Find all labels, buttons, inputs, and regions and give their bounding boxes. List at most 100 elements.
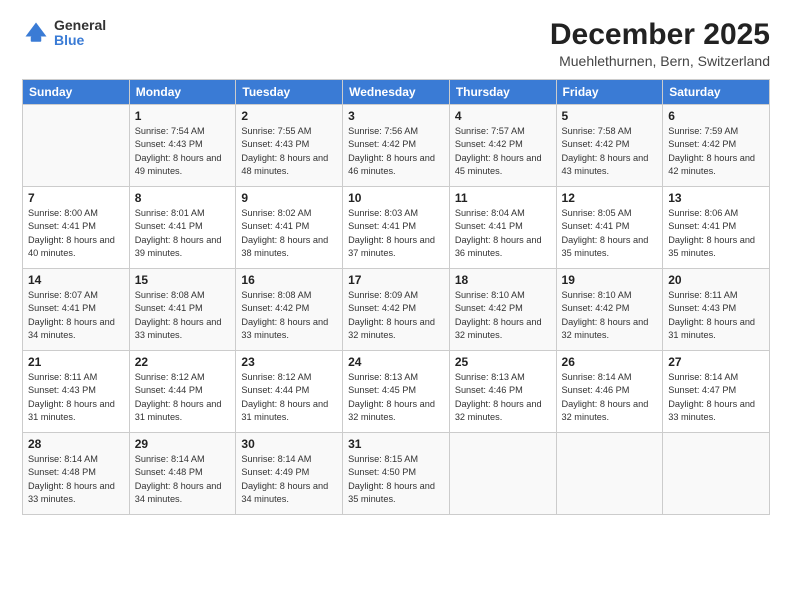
day-number: 8	[135, 191, 231, 205]
logo: General Blue	[22, 18, 106, 49]
calendar-cell: 11 Sunrise: 8:04 AMSunset: 4:41 PMDayligh…	[449, 187, 556, 269]
day-number: 16	[241, 273, 337, 287]
calendar-cell: 10Sunrise: 8:03 AMSunset: 4:41 PMDayligh…	[343, 187, 450, 269]
day-info: Sunrise: 8:03 AMSunset: 4:41 PMDaylight:…	[348, 208, 435, 258]
day-info: Sunrise: 8:05 AMSunset: 4:41 PMDaylight:…	[562, 208, 649, 258]
day-number: 11	[455, 191, 551, 205]
calendar-cell: 29 Sunrise: 8:14 AMSunset: 4:48 PMDayligh…	[129, 433, 236, 515]
day-info: Sunrise: 8:00 AMSunset: 4:41 PMDaylight:…	[28, 208, 115, 258]
title-block: December 2025 Muehlethurnen, Bern, Switz…	[550, 18, 770, 69]
subtitle: Muehlethurnen, Bern, Switzerland	[550, 53, 770, 69]
day-info: Sunrise: 8:02 AMSunset: 4:41 PMDaylight:…	[241, 208, 328, 258]
day-info: Sunrise: 8:14 AMSunset: 4:48 PMDaylight:…	[135, 454, 222, 504]
day-info: Sunrise: 8:14 AMSunset: 4:47 PMDaylight:…	[668, 372, 755, 422]
calendar-cell: 22Sunrise: 8:12 AMSunset: 4:44 PMDayligh…	[129, 351, 236, 433]
calendar-cell: 6 Sunrise: 7:59 AMSunset: 4:42 PMDaylight…	[663, 105, 770, 187]
day-number: 1	[135, 109, 231, 123]
day-number: 30	[241, 437, 337, 451]
day-info: Sunrise: 8:12 AMSunset: 4:44 PMDaylight:…	[241, 372, 328, 422]
calendar-week-3: 21 Sunrise: 8:11 AMSunset: 4:43 PMDayligh…	[23, 351, 770, 433]
calendar-cell: 20 Sunrise: 8:11 AMSunset: 4:43 PMDayligh…	[663, 269, 770, 351]
day-number: 24	[348, 355, 444, 369]
calendar-cell: 12Sunrise: 8:05 AMSunset: 4:41 PMDayligh…	[556, 187, 663, 269]
day-info: Sunrise: 8:13 AMSunset: 4:45 PMDaylight:…	[348, 372, 435, 422]
day-info: Sunrise: 8:08 AMSunset: 4:41 PMDaylight:…	[135, 290, 222, 340]
calendar-cell	[556, 433, 663, 515]
day-number: 3	[348, 109, 444, 123]
day-number: 18	[455, 273, 551, 287]
day-info: Sunrise: 7:58 AMSunset: 4:42 PMDaylight:…	[562, 126, 649, 176]
calendar-cell: 28 Sunrise: 8:14 AMSunset: 4:48 PMDayligh…	[23, 433, 130, 515]
header: General Blue December 2025 Muehlethurnen…	[22, 18, 770, 69]
logo-general-label: General	[54, 18, 106, 33]
calendar-cell: 14 Sunrise: 8:07 AMSunset: 4:41 PMDayligh…	[23, 269, 130, 351]
logo-blue-label: Blue	[54, 33, 106, 48]
calendar-cell: 30Sunrise: 8:14 AMSunset: 4:49 PMDayligh…	[236, 433, 343, 515]
day-info: Sunrise: 7:59 AMSunset: 4:42 PMDaylight:…	[668, 126, 755, 176]
day-number: 2	[241, 109, 337, 123]
calendar-cell	[449, 433, 556, 515]
col-tuesday: Tuesday	[236, 80, 343, 105]
page: General Blue December 2025 Muehlethurnen…	[0, 0, 792, 612]
calendar-cell: 16 Sunrise: 8:08 AMSunset: 4:42 PMDayligh…	[236, 269, 343, 351]
col-monday: Monday	[129, 80, 236, 105]
col-saturday: Saturday	[663, 80, 770, 105]
calendar-cell: 23Sunrise: 8:12 AMSunset: 4:44 PMDayligh…	[236, 351, 343, 433]
day-number: 6	[668, 109, 764, 123]
calendar-cell: 1 Sunrise: 7:54 AMSunset: 4:43 PMDaylight…	[129, 105, 236, 187]
calendar-cell	[23, 105, 130, 187]
day-info: Sunrise: 7:55 AMSunset: 4:43 PMDaylight:…	[241, 126, 328, 176]
calendar-week-1: 7Sunrise: 8:00 AMSunset: 4:41 PMDaylight…	[23, 187, 770, 269]
day-info: Sunrise: 7:54 AMSunset: 4:43 PMDaylight:…	[135, 126, 222, 176]
day-info: Sunrise: 8:13 AMSunset: 4:46 PMDaylight:…	[455, 372, 542, 422]
day-info: Sunrise: 8:14 AMSunset: 4:48 PMDaylight:…	[28, 454, 115, 504]
day-info: Sunrise: 8:10 AMSunset: 4:42 PMDaylight:…	[562, 290, 649, 340]
calendar-cell: 31Sunrise: 8:15 AMSunset: 4:50 PMDayligh…	[343, 433, 450, 515]
calendar-cell: 26 Sunrise: 8:14 AMSunset: 4:46 PMDayligh…	[556, 351, 663, 433]
day-number: 13	[668, 191, 764, 205]
calendar-cell: 18Sunrise: 8:10 AMSunset: 4:42 PMDayligh…	[449, 269, 556, 351]
day-number: 20	[668, 273, 764, 287]
day-number: 27	[668, 355, 764, 369]
day-info: Sunrise: 7:57 AMSunset: 4:42 PMDaylight:…	[455, 126, 542, 176]
day-number: 25	[455, 355, 551, 369]
day-number: 5	[562, 109, 658, 123]
day-number: 26	[562, 355, 658, 369]
calendar-cell: 27 Sunrise: 8:14 AMSunset: 4:47 PMDayligh…	[663, 351, 770, 433]
day-number: 31	[348, 437, 444, 451]
col-thursday: Thursday	[449, 80, 556, 105]
day-number: 4	[455, 109, 551, 123]
day-info: Sunrise: 8:11 AMSunset: 4:43 PMDaylight:…	[668, 290, 755, 340]
calendar-week-0: 1 Sunrise: 7:54 AMSunset: 4:43 PMDaylight…	[23, 105, 770, 187]
day-info: Sunrise: 8:06 AMSunset: 4:41 PMDaylight:…	[668, 208, 755, 258]
day-info: Sunrise: 8:11 AMSunset: 4:43 PMDaylight:…	[28, 372, 115, 422]
calendar-cell: 24 Sunrise: 8:13 AMSunset: 4:45 PMDayligh…	[343, 351, 450, 433]
calendar-cell	[663, 433, 770, 515]
day-number: 29	[135, 437, 231, 451]
main-title: December 2025	[550, 18, 770, 51]
day-info: Sunrise: 8:07 AMSunset: 4:41 PMDaylight:…	[28, 290, 115, 340]
day-info: Sunrise: 8:08 AMSunset: 4:42 PMDaylight:…	[241, 290, 328, 340]
calendar-cell: 21 Sunrise: 8:11 AMSunset: 4:43 PMDayligh…	[23, 351, 130, 433]
calendar-week-2: 14 Sunrise: 8:07 AMSunset: 4:41 PMDayligh…	[23, 269, 770, 351]
day-info: Sunrise: 8:14 AMSunset: 4:46 PMDaylight:…	[562, 372, 649, 422]
day-number: 19	[562, 273, 658, 287]
day-number: 17	[348, 273, 444, 287]
logo-text: General Blue	[54, 18, 106, 49]
day-number: 14	[28, 273, 124, 287]
calendar-cell: 3Sunrise: 7:56 AMSunset: 4:42 PMDaylight…	[343, 105, 450, 187]
calendar-table: Sunday Monday Tuesday Wednesday Thursday…	[22, 79, 770, 515]
calendar-cell: 5 Sunrise: 7:58 AMSunset: 4:42 PMDaylight…	[556, 105, 663, 187]
day-info: Sunrise: 8:12 AMSunset: 4:44 PMDaylight:…	[135, 372, 222, 422]
day-info: Sunrise: 8:09 AMSunset: 4:42 PMDaylight:…	[348, 290, 435, 340]
day-number: 9	[241, 191, 337, 205]
calendar-cell: 13 Sunrise: 8:06 AMSunset: 4:41 PMDayligh…	[663, 187, 770, 269]
col-wednesday: Wednesday	[343, 80, 450, 105]
calendar-cell: 9 Sunrise: 8:02 AMSunset: 4:41 PMDaylight…	[236, 187, 343, 269]
col-friday: Friday	[556, 80, 663, 105]
calendar-cell: 25 Sunrise: 8:13 AMSunset: 4:46 PMDayligh…	[449, 351, 556, 433]
day-number: 21	[28, 355, 124, 369]
calendar-cell: 7Sunrise: 8:00 AMSunset: 4:41 PMDaylight…	[23, 187, 130, 269]
day-info: Sunrise: 8:04 AMSunset: 4:41 PMDaylight:…	[455, 208, 542, 258]
day-number: 28	[28, 437, 124, 451]
